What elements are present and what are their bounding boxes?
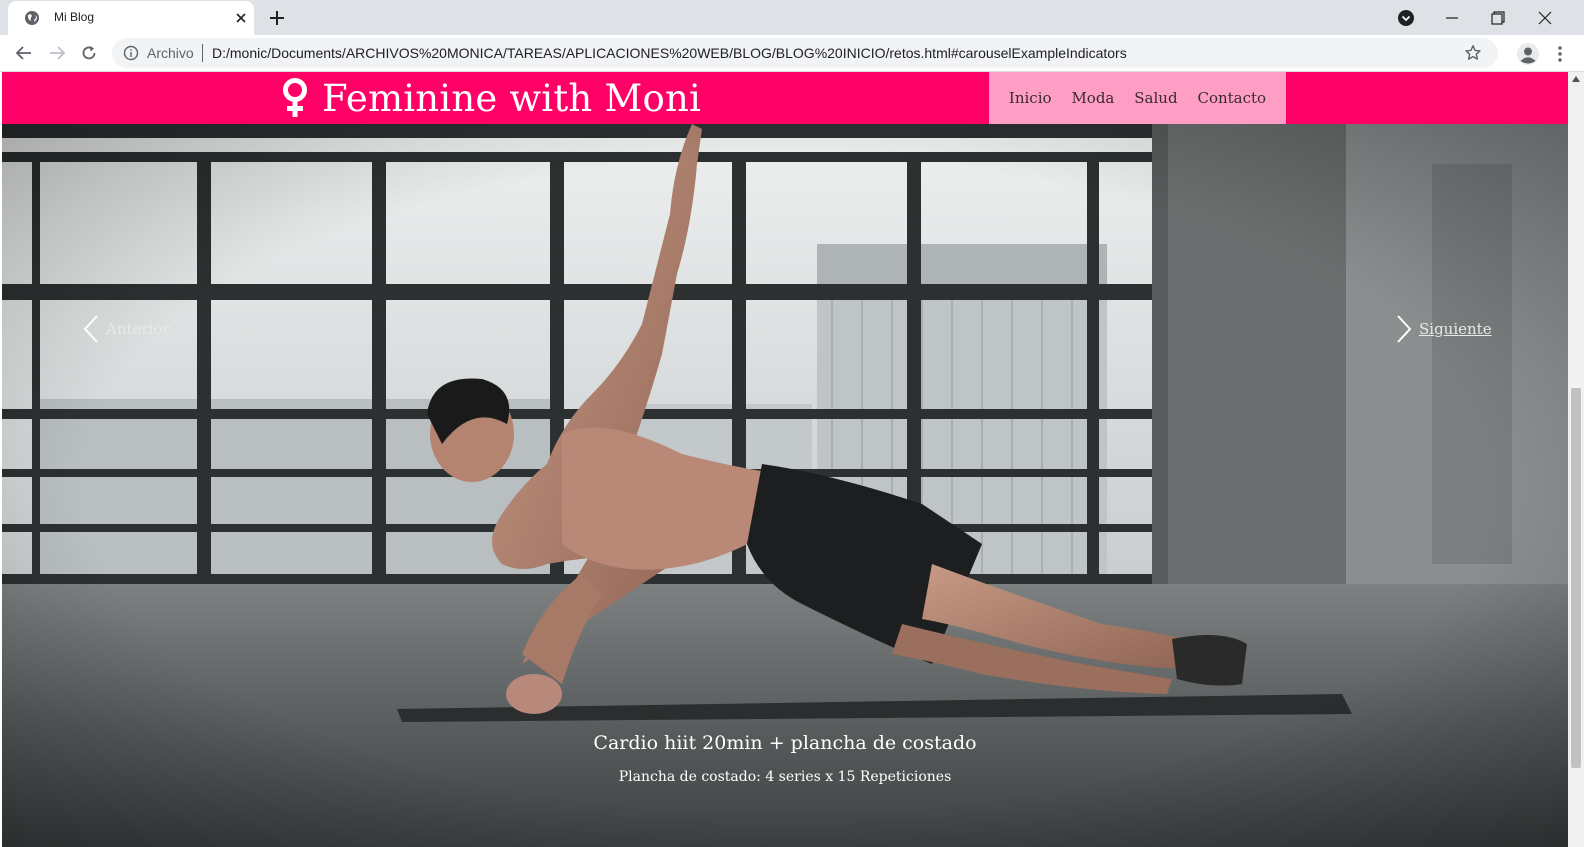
carousel-prev-control[interactable]: Anterior bbox=[82, 314, 170, 344]
window-close-icon[interactable] bbox=[1536, 9, 1554, 27]
tab-title: Mi Blog bbox=[54, 10, 95, 24]
carousel-next-label: Siguiente bbox=[1419, 320, 1492, 338]
nav-link-inicio[interactable]: Inicio bbox=[1009, 89, 1052, 107]
nav-menu: Inicio Moda Salud Contacto bbox=[989, 72, 1286, 124]
page: Feminine with Moni Inicio Moda Salud Con… bbox=[2, 72, 1568, 847]
chevron-right-icon bbox=[1397, 315, 1412, 343]
nav-link-salud[interactable]: Salud bbox=[1134, 89, 1177, 107]
browser-tab-strip: Mi Blog bbox=[0, 0, 1584, 35]
female-symbol-icon bbox=[283, 78, 307, 117]
browser-tab[interactable]: Mi Blog bbox=[8, 1, 254, 35]
forward-icon[interactable] bbox=[48, 44, 66, 62]
star-icon[interactable] bbox=[1464, 44, 1482, 62]
tab-search-icon[interactable] bbox=[1397, 9, 1415, 27]
plus-icon[interactable] bbox=[268, 9, 286, 27]
scroll-up-arrow-icon[interactable] bbox=[1572, 76, 1580, 82]
profile-icon[interactable] bbox=[1516, 42, 1540, 66]
page-scrollbar[interactable] bbox=[1568, 72, 1584, 847]
minimize-icon[interactable] bbox=[1443, 9, 1461, 27]
carousel-caption-text: Plancha de costado: 4 series x 15 Repeti… bbox=[618, 769, 952, 785]
brand[interactable]: Feminine with Moni bbox=[280, 72, 701, 124]
browser-toolbar: Archivo D:/monic/Documents/ARCHIVOS%20MO… bbox=[0, 35, 1584, 72]
kebab-menu-icon[interactable] bbox=[1554, 44, 1566, 64]
site-navbar: Feminine with Moni Inicio Moda Salud Con… bbox=[2, 72, 1568, 124]
globe-icon bbox=[25, 11, 39, 25]
site-scheme-label: Archivo bbox=[147, 45, 194, 61]
address-bar[interactable]: Archivo D:/monic/Documents/ARCHIVOS%20MO… bbox=[112, 38, 1498, 68]
nav-link-contacto[interactable]: Contacto bbox=[1197, 89, 1266, 107]
carousel-caption-title: Cardio hiit 20min + plancha de costado bbox=[593, 732, 977, 754]
reload-icon[interactable] bbox=[80, 44, 98, 62]
nav-link-moda[interactable]: Moda bbox=[1071, 89, 1114, 107]
carousel-prev-label: Anterior bbox=[106, 320, 170, 338]
carousel-next-control[interactable]: Siguiente bbox=[1395, 314, 1492, 344]
page-viewport: Feminine with Moni Inicio Moda Salud Con… bbox=[0, 72, 1584, 847]
chevron-left-icon bbox=[83, 315, 98, 343]
close-icon[interactable] bbox=[234, 11, 248, 25]
scrollbar-thumb[interactable] bbox=[1571, 388, 1581, 768]
back-icon[interactable] bbox=[15, 44, 33, 62]
carousel: Anterior Siguiente Cardio hiit 20min + p… bbox=[2, 124, 1568, 847]
info-icon[interactable] bbox=[123, 45, 139, 61]
restore-icon[interactable] bbox=[1489, 9, 1507, 27]
site-title: Feminine with Moni bbox=[322, 76, 702, 120]
url-text[interactable]: D:/monic/Documents/ARCHIVOS%20MONICA/TAR… bbox=[212, 45, 1127, 61]
omnibox-divider bbox=[202, 44, 203, 62]
